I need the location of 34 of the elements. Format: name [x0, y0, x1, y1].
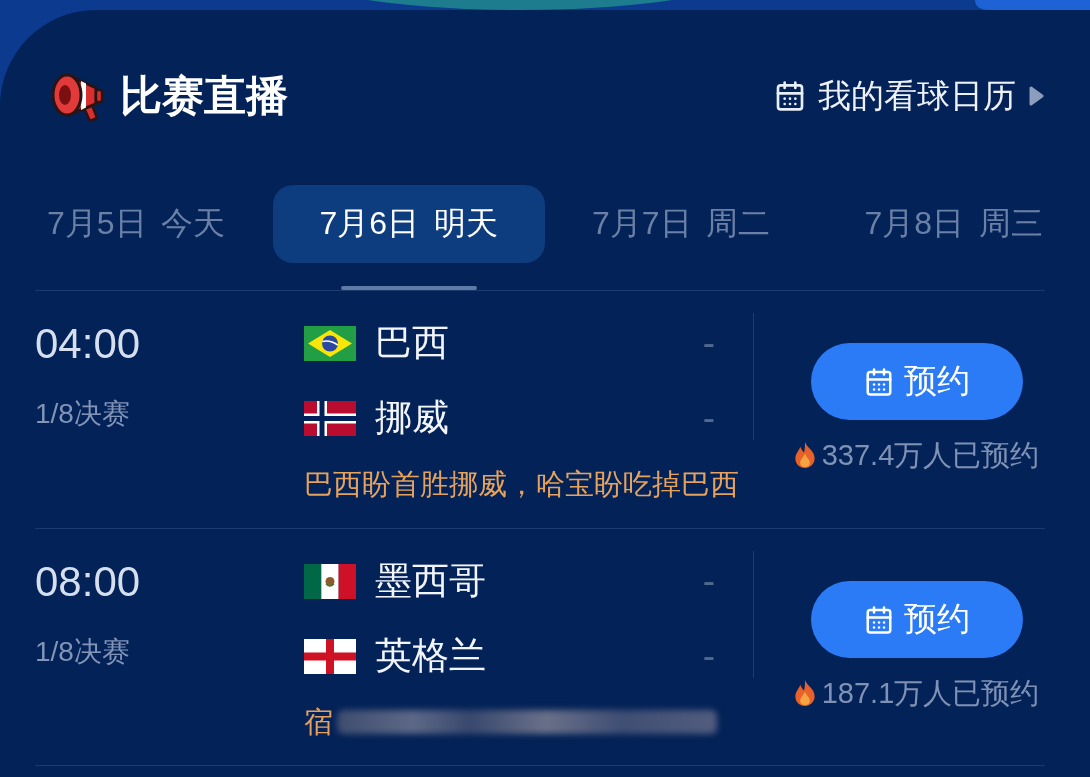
match-stage: 1/8决赛: [35, 398, 130, 430]
flag-icon: [304, 563, 356, 599]
flag-icon: [304, 400, 356, 436]
match-stage: 1/8决赛: [35, 636, 130, 668]
calendar-icon: [864, 366, 894, 397]
calendar-icon: [774, 80, 806, 112]
team-name: 英格兰: [375, 634, 487, 678]
calendar-link[interactable]: 我的看球日历: [774, 74, 1044, 118]
score-text: -: [702, 559, 715, 603]
match-hint: 巴西盼首胜挪威，哈宝盼吃掉巴西: [304, 467, 739, 501]
section-title: 比赛直播: [120, 71, 288, 121]
date-tab[interactable]: 7月7日 周二: [545, 185, 818, 263]
match-time: 08:00: [35, 558, 141, 606]
team-name: 挪威: [375, 396, 450, 440]
score-text: -: [702, 634, 715, 678]
reserve-button[interactable]: 预约: [811, 581, 1023, 658]
team-name: 巴西: [375, 321, 450, 365]
flag-icon: [304, 325, 356, 361]
team-name: 墨西哥: [375, 559, 487, 603]
score-text: -: [702, 321, 715, 365]
flag-icon: [304, 638, 356, 674]
flame-icon: [793, 442, 816, 468]
caret-right-icon: [1028, 85, 1044, 107]
calendar-icon: [864, 604, 894, 635]
reserve-button[interactable]: 预约: [811, 343, 1023, 420]
match-time: 04:00: [35, 320, 141, 368]
score-text: -: [702, 396, 715, 440]
reservation-count: 337.4万人已预约: [821, 440, 1040, 470]
date-tab[interactable]: 7月5日 今天: [0, 185, 273, 263]
match-hint: 宿: [304, 705, 333, 739]
flame-icon: [793, 680, 816, 706]
date-tab[interactable]: 7月8日 周三: [817, 185, 1090, 263]
date-tab[interactable]: 7月6日 明天: [272, 185, 545, 263]
reservation-count: 187.1万人已预约: [821, 678, 1040, 708]
